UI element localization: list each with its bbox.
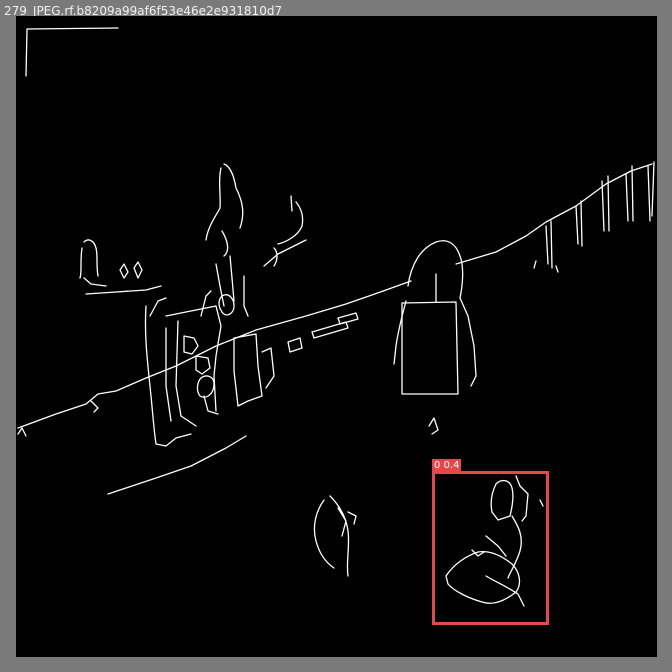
edge-image-canvas: 0 0.4 (16, 16, 657, 657)
vehicle-strut (215, 255, 249, 317)
fence-poles (545, 161, 655, 269)
detection-bounding-box (432, 471, 549, 625)
ground-fragment-2 (90, 400, 99, 413)
fence-fragments (533, 260, 559, 273)
person-lower-outline (313, 495, 357, 577)
backpack-outline (401, 301, 459, 395)
sign-rect-2 (311, 321, 349, 339)
ground-line (17, 280, 412, 429)
figure-small (79, 239, 107, 287)
sign-rect-3 (337, 312, 359, 325)
figure-pair (119, 261, 143, 279)
vehicle-frame (165, 290, 222, 427)
ground-fragment (17, 427, 27, 437)
ground-line-lower (107, 435, 247, 495)
fence-line (455, 163, 653, 265)
figure-top-left (205, 163, 244, 257)
vehicle-rear (233, 333, 275, 407)
sign-rect-1 (287, 337, 303, 353)
detection-label: 0 0.4 (432, 459, 462, 472)
corner-bracket-line (25, 27, 119, 77)
person-body-outline (393, 297, 477, 387)
person-head-outline (407, 240, 464, 299)
edge-detection-drawing (17, 27, 655, 607)
small-mark (428, 417, 439, 435)
vehicle-struts-2 (165, 327, 219, 422)
vehicle-detail (183, 335, 215, 398)
vehicle-body (144, 297, 192, 447)
figure-stroke (85, 285, 162, 295)
viewer-frame: 279_JPEG.rf.b8209a99af6f53e46e2e931810d7 (0, 0, 672, 672)
figure-top-right (263, 195, 307, 267)
vehicle-wheel (218, 294, 235, 316)
